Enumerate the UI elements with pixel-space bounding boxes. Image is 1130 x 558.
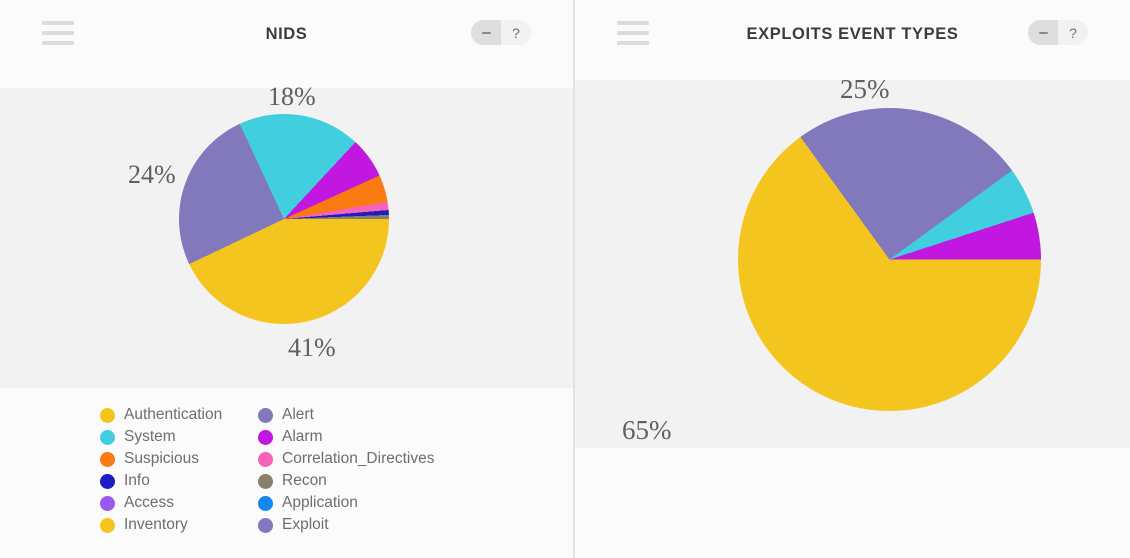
legend-item-label: Access xyxy=(124,494,174,511)
legend-item-label: Inventory xyxy=(124,516,188,533)
legend-item[interactable]: Alert xyxy=(258,404,434,426)
pie-graphic-exploits[interactable] xyxy=(738,108,1041,411)
legend-item-label: Correlation_Directives xyxy=(282,450,435,467)
legend-item[interactable]: System xyxy=(100,426,258,448)
legend-swatch-icon xyxy=(100,451,115,467)
legend-item-label: Alert xyxy=(282,406,314,423)
legend-item-label: Suspicious xyxy=(124,450,199,467)
pie-label-authentication: 41% xyxy=(288,333,336,362)
legend-item[interactable]: Suspicious xyxy=(100,448,258,470)
legend-swatch-icon xyxy=(100,495,115,511)
legend-swatch-icon xyxy=(100,407,115,423)
legend-item[interactable]: Access xyxy=(100,492,258,514)
legend-item[interactable]: Info xyxy=(100,470,258,492)
legend-item-label: System xyxy=(124,428,176,445)
legend-item-label: Exploit xyxy=(282,516,329,533)
window-controls-exploits: ? xyxy=(1028,20,1088,45)
legend-item[interactable]: Correlation_Directives xyxy=(258,448,434,470)
minimize-button[interactable] xyxy=(1028,20,1058,45)
pie-label-shellcode: 25% xyxy=(840,74,890,104)
pie-chart-nids: 18% 24% 41% xyxy=(0,82,573,388)
minimize-button[interactable] xyxy=(471,20,501,45)
legend-swatch-icon xyxy=(100,517,115,533)
pie-label-system: 18% xyxy=(268,82,316,111)
chart-band-nids: 18% 24% 41% xyxy=(0,82,573,388)
hamburger-bar xyxy=(42,31,74,35)
window-controls-nids: ? xyxy=(471,20,531,45)
legend-item[interactable]: Authentication xyxy=(100,404,258,426)
hamburger-bar xyxy=(42,41,74,45)
minus-icon xyxy=(481,31,491,34)
panel-exploits: EXPLOITS EVENT TYPES ? 25% 65% SQL_Injec… xyxy=(575,0,1130,558)
legend-item[interactable]: Inventory xyxy=(100,514,258,536)
panel-header-exploits: EXPLOITS EVENT TYPES ? xyxy=(575,0,1130,68)
panel-nids: NIDS ? 18% 24% 41% Authentication System S… xyxy=(0,0,575,558)
pie-label-alert: 24% xyxy=(128,160,176,189)
legend-item[interactable]: Recon xyxy=(258,470,434,492)
hamburger-bar xyxy=(617,21,649,25)
hamburger-menu-icon[interactable] xyxy=(617,21,649,45)
legend-item-label: Authentication xyxy=(124,406,223,423)
minus-icon xyxy=(1038,31,1048,34)
chart-band-exploits: 25% 65% xyxy=(575,74,1130,448)
dashboard: NIDS ? 18% 24% 41% Authentication System S… xyxy=(0,0,1130,558)
pie-label-sql-injection: 65% xyxy=(622,415,672,445)
legend-swatch-icon xyxy=(258,495,273,511)
legend-item-label: Recon xyxy=(282,472,327,489)
legend-item[interactable]: Exploit xyxy=(258,514,434,536)
hamburger-bar xyxy=(617,41,649,45)
legend-swatch-icon xyxy=(100,473,115,489)
legend-item-label: Alarm xyxy=(282,428,323,445)
legend-swatch-icon xyxy=(258,451,273,467)
legend-item[interactable]: Alarm xyxy=(258,426,434,448)
pie-graphic-nids[interactable] xyxy=(179,114,389,324)
panel-header-nids: NIDS ? xyxy=(0,0,573,68)
legend-swatch-icon xyxy=(258,429,273,445)
legend-swatch-icon xyxy=(258,407,273,423)
legend-item-label: Info xyxy=(124,472,150,489)
legend-swatch-icon xyxy=(258,517,273,533)
legend-item-label: Application xyxy=(282,494,358,511)
legend-item[interactable]: Application xyxy=(258,492,434,514)
hamburger-menu-icon[interactable] xyxy=(42,21,74,45)
legend-swatch-icon xyxy=(258,473,273,489)
help-button[interactable]: ? xyxy=(501,20,531,45)
hamburger-bar xyxy=(42,21,74,25)
legend-swatch-icon xyxy=(100,429,115,445)
help-button[interactable]: ? xyxy=(1058,20,1088,45)
hamburger-bar xyxy=(617,31,649,35)
legend-nids: Authentication System Suspicious Info Access… xyxy=(100,404,434,536)
pie-chart-exploits: 25% 65% xyxy=(575,74,1130,448)
